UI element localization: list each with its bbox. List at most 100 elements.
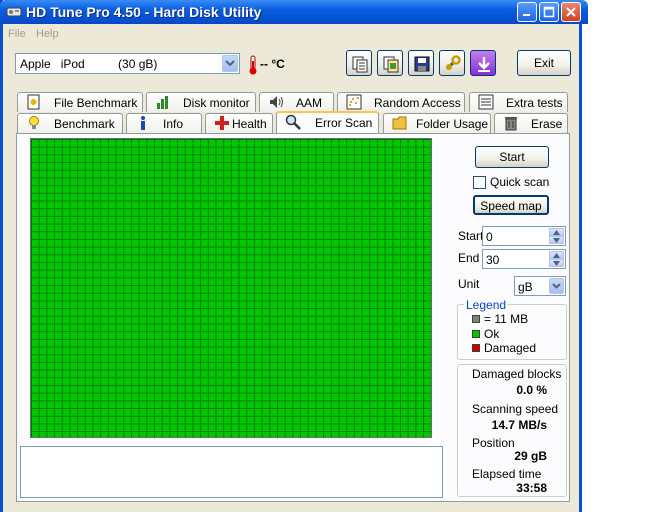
damaged-blocks-value: 0.0 % xyxy=(516,383,547,397)
unit-value: gB xyxy=(518,280,533,294)
health-cross-icon xyxy=(214,115,230,131)
start-spinner[interactable] xyxy=(549,228,564,244)
folder-icon xyxy=(392,115,408,131)
spin-up-icon[interactable] xyxy=(549,228,564,236)
position-label: Position xyxy=(472,436,515,450)
unit-label: Unit xyxy=(458,277,480,291)
scan-log-area xyxy=(20,446,443,498)
copy-screenshot-icon xyxy=(383,56,399,73)
quick-scan-label: Quick scan xyxy=(490,175,550,189)
tab-label: Benchmark xyxy=(54,117,115,131)
info-icon xyxy=(135,115,151,131)
maximize-icon xyxy=(543,6,555,18)
start-scan-button[interactable]: Start xyxy=(475,146,549,168)
tab-label: AAM xyxy=(296,96,323,110)
elapsed-time-label: Elapsed time xyxy=(472,467,542,481)
menu-help[interactable]: Help xyxy=(36,28,59,40)
tab-label: Random Access xyxy=(374,96,461,110)
download-button[interactable] xyxy=(470,50,496,76)
legend-swatch-damaged xyxy=(472,344,480,352)
tab-health[interactable]: Health xyxy=(205,113,273,133)
drive-dropdown[interactable]: Apple iPod (30 gB) xyxy=(15,53,240,74)
end-value: 30 xyxy=(486,253,500,267)
tab-disk-monitor[interactable]: Disk monitor xyxy=(146,92,256,112)
end-spinner[interactable] xyxy=(549,251,564,267)
maximize-button[interactable] xyxy=(539,2,559,22)
close-icon xyxy=(566,7,576,17)
legend-title: Legend xyxy=(464,298,509,312)
copy-text-button[interactable] xyxy=(346,50,372,76)
copy-screenshot-button[interactable] xyxy=(377,50,403,76)
extra-tests-icon xyxy=(478,94,494,110)
tab-extra-tests[interactable]: Extra tests xyxy=(469,92,568,112)
speaker-icon xyxy=(268,94,284,110)
dropdown-arrow[interactable] xyxy=(222,55,238,72)
scanning-speed-value: 14.7 MB/s xyxy=(491,418,547,432)
chevron-down-icon xyxy=(225,60,235,67)
tab-label: Health xyxy=(232,117,267,131)
tab-label: File Benchmark xyxy=(54,96,138,110)
unit-dropdown[interactable]: gB xyxy=(514,276,566,296)
tab-random-access[interactable]: Random Access xyxy=(337,92,465,112)
tab-benchmark[interactable]: Benchmark xyxy=(17,113,123,133)
drive-selected-value: Apple iPod (30 gB) xyxy=(20,57,158,71)
temperature-readout: -- °C xyxy=(260,57,285,71)
thermometer-icon xyxy=(248,55,258,78)
damaged-blocks-label: Damaged blocks xyxy=(472,367,562,381)
close-button[interactable] xyxy=(561,2,581,22)
title-bar[interactable]: HD Tune Pro 4.50 - Hard Disk Utility xyxy=(0,0,588,24)
window-title: HD Tune Pro 4.50 - Hard Disk Utility xyxy=(26,4,262,20)
save-button[interactable] xyxy=(408,50,434,76)
scan-block-map xyxy=(30,138,432,438)
tab-file-benchmark[interactable]: File Benchmark xyxy=(17,92,143,112)
random-access-icon xyxy=(346,94,362,110)
tab-folder-usage[interactable]: Folder Usage xyxy=(383,113,491,133)
speed-map-button[interactable]: Speed map xyxy=(473,195,549,215)
legend-damaged-label: Damaged xyxy=(484,341,537,355)
start-field[interactable]: 0 xyxy=(482,226,566,246)
hd-tune-app-icon xyxy=(6,4,22,20)
options-icon xyxy=(445,55,461,71)
download-icon xyxy=(478,57,490,72)
legend-ok-label: Ok xyxy=(484,327,500,341)
tab-aam[interactable]: AAM xyxy=(259,92,334,112)
tab-label: Info xyxy=(163,117,184,131)
tab-label: Extra tests xyxy=(506,96,563,110)
app-window: HD Tune Pro 4.50 - Hard Disk Utility Fil… xyxy=(0,0,588,512)
tab-label: Folder Usage xyxy=(416,117,489,131)
spin-up-icon[interactable] xyxy=(549,251,564,259)
menu-bar: File Help xyxy=(3,24,579,44)
end-field-label: End xyxy=(458,251,480,265)
tab-erase[interactable]: Erase xyxy=(494,113,568,133)
lightbulb-icon xyxy=(26,115,42,131)
position-value: 29 gB xyxy=(514,449,547,463)
minimize-button[interactable] xyxy=(517,2,537,22)
tab-label: Disk monitor xyxy=(183,96,250,110)
trash-icon xyxy=(503,115,519,131)
menu-file[interactable]: File xyxy=(8,28,26,40)
tab-label: Erase xyxy=(531,117,563,131)
magnifier-icon xyxy=(285,114,301,130)
disk-monitor-icon xyxy=(155,94,171,110)
spin-down-icon[interactable] xyxy=(549,236,564,244)
spin-down-icon[interactable] xyxy=(549,259,564,267)
options-button[interactable] xyxy=(439,50,465,76)
copy-text-icon xyxy=(352,56,368,73)
save-icon xyxy=(414,56,430,72)
tab-error-scan[interactable]: Error Scan xyxy=(276,111,379,133)
minimize-icon xyxy=(523,14,530,16)
tab-info[interactable]: Info xyxy=(126,113,202,133)
tab-label: Error Scan xyxy=(315,116,373,130)
legend-swatch-ok xyxy=(472,330,480,338)
quick-scan-checkbox[interactable] xyxy=(473,176,486,189)
start-value: 0 xyxy=(486,230,493,244)
file-benchmark-icon xyxy=(26,94,42,110)
end-field[interactable]: 30 xyxy=(482,249,566,269)
unit-dropdown-arrow[interactable] xyxy=(549,278,564,294)
legend-swatch-size xyxy=(472,315,480,323)
elapsed-time-value: 33:58 xyxy=(516,481,547,495)
exit-button[interactable]: Exit xyxy=(517,50,571,76)
scanning-speed-label: Scanning speed xyxy=(472,402,559,416)
start-field-label: Start xyxy=(458,229,484,243)
legend-size-label: = 11 MB xyxy=(484,312,529,326)
